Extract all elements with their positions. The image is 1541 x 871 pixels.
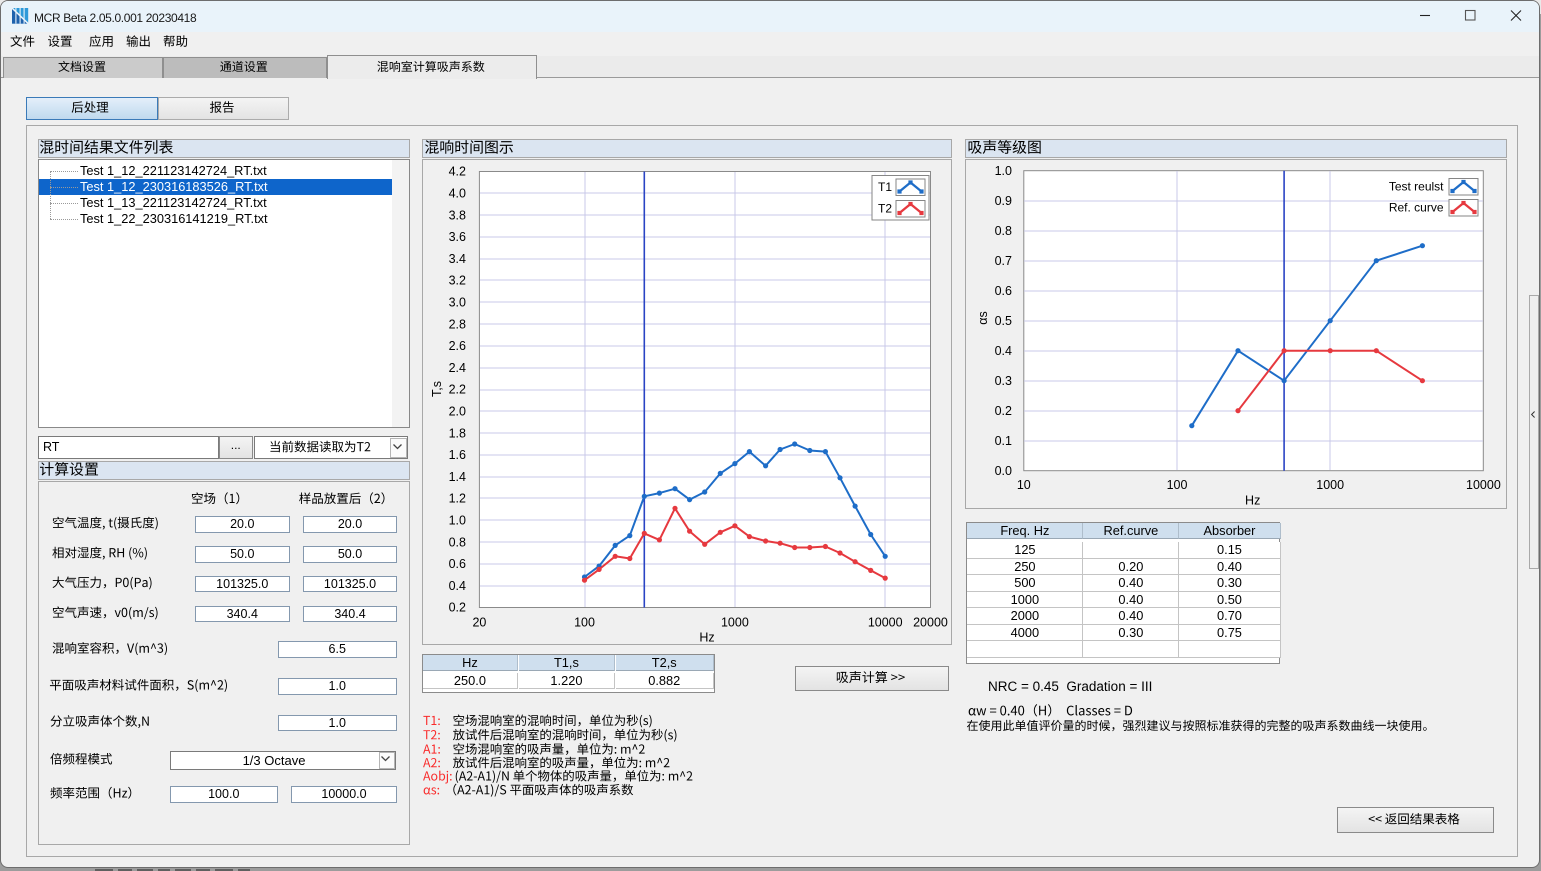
svg-text:0.6: 0.6 <box>449 557 466 571</box>
svg-text:20000: 20000 <box>913 616 948 630</box>
svg-text:3.0: 3.0 <box>449 296 466 310</box>
svg-text:0.7: 0.7 <box>995 254 1012 268</box>
svg-text:3.6: 3.6 <box>449 230 466 244</box>
svg-text:1000: 1000 <box>721 616 749 630</box>
svg-text:Hz: Hz <box>699 631 714 645</box>
svg-text:1.8: 1.8 <box>449 426 466 440</box>
svg-text:1000: 1000 <box>1316 478 1344 492</box>
svg-text:Ref. curve: Ref. curve <box>1389 200 1444 214</box>
svg-text:αs: αs <box>976 311 990 324</box>
svg-text:10000: 10000 <box>1466 478 1501 492</box>
svg-text:3.4: 3.4 <box>449 252 466 266</box>
svg-text:2.0: 2.0 <box>449 405 466 419</box>
svg-text:Test reulst: Test reulst <box>1389 179 1444 193</box>
svg-text:10: 10 <box>1017 478 1031 492</box>
svg-text:0.6: 0.6 <box>995 284 1012 298</box>
svg-text:10000: 10000 <box>868 616 903 630</box>
svg-text:0.5: 0.5 <box>995 314 1012 328</box>
svg-text:1.0: 1.0 <box>449 514 466 528</box>
svg-text:0.2: 0.2 <box>995 404 1012 418</box>
svg-text:0.9: 0.9 <box>995 194 1012 208</box>
svg-text:0.3: 0.3 <box>995 374 1012 388</box>
svg-text:T,s: T,s <box>430 381 444 397</box>
svg-text:0.2: 0.2 <box>449 601 466 615</box>
svg-text:T2: T2 <box>878 202 892 216</box>
svg-text:3.2: 3.2 <box>449 274 466 288</box>
svg-text:0.8: 0.8 <box>995 224 1012 238</box>
svg-text:2.8: 2.8 <box>449 317 466 331</box>
svg-text:2.2: 2.2 <box>449 383 466 397</box>
svg-text:1.2: 1.2 <box>449 492 466 506</box>
svg-text:1.6: 1.6 <box>449 448 466 462</box>
svg-text:2.4: 2.4 <box>449 361 466 375</box>
svg-text:20: 20 <box>472 616 486 630</box>
svg-text:4.0: 4.0 <box>449 187 466 201</box>
svg-text:1.0: 1.0 <box>995 164 1012 178</box>
svg-text:0.8: 0.8 <box>449 535 466 549</box>
svg-text:T1: T1 <box>878 180 892 194</box>
svg-text:1.4: 1.4 <box>449 470 466 484</box>
svg-text:3.8: 3.8 <box>449 208 466 222</box>
svg-text:0.4: 0.4 <box>449 579 466 593</box>
svg-text:0.1: 0.1 <box>995 434 1012 448</box>
svg-text:4.2: 4.2 <box>449 165 466 179</box>
svg-text:0.0: 0.0 <box>995 464 1012 478</box>
svg-text:100: 100 <box>574 616 595 630</box>
svg-text:100: 100 <box>1167 478 1188 492</box>
svg-text:Hz: Hz <box>1245 494 1260 508</box>
svg-text:2.6: 2.6 <box>449 339 466 353</box>
svg-text:0.4: 0.4 <box>995 344 1012 358</box>
